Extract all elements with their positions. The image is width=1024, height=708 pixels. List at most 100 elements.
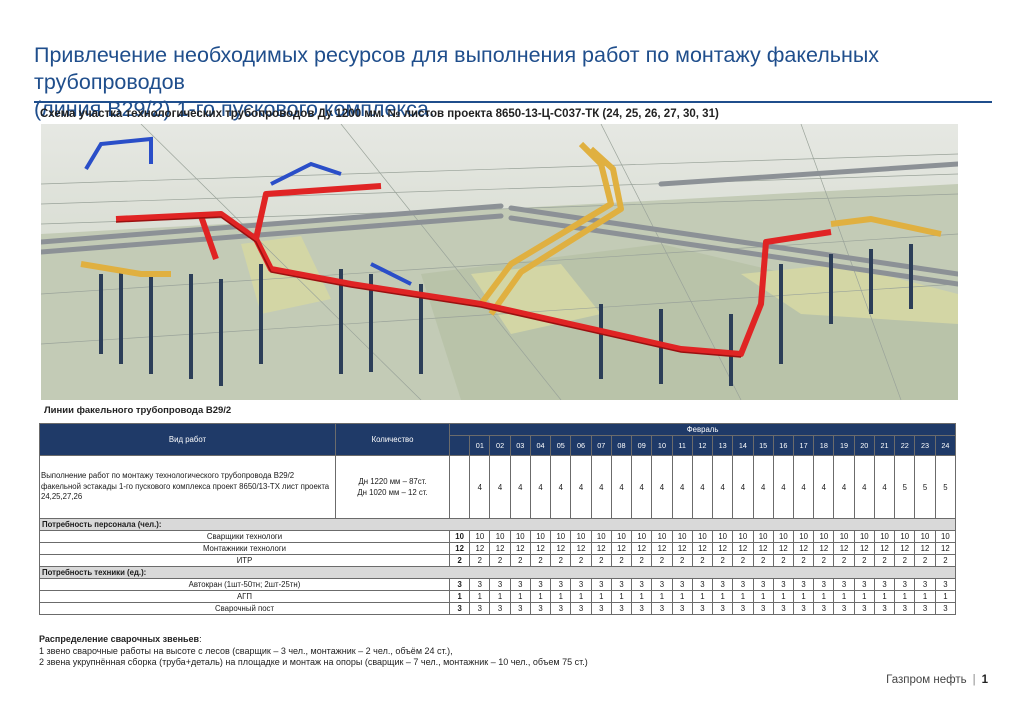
personnel-row: Монтажники технологи 12 12 12 12 12 12 12 12 12 12… [39, 542, 957, 555]
main-value-cell: 4 [813, 455, 835, 519]
value-cell: 1 [509, 590, 531, 603]
value-cell: 1 [813, 590, 835, 603]
day-header: 07 [590, 435, 612, 456]
value-cell: 3 [894, 602, 916, 615]
value-cell: 10 [752, 530, 774, 543]
day-header: 01 [469, 435, 491, 456]
value-cell: 3 [448, 602, 471, 615]
value-cell: 12 [489, 542, 511, 555]
value-cell: 12 [752, 542, 774, 555]
value-cell: 1 [853, 590, 875, 603]
value-cell: 3 [610, 578, 633, 591]
value-cell: 2 [509, 554, 531, 567]
value-cell: 3 [570, 602, 592, 615]
value-cell: 3 [853, 602, 875, 615]
value-cell: 10 [914, 530, 936, 543]
value-cell: 3 [732, 578, 754, 591]
equipment-row: Автокран (1шт-50тн; 2шт-25тн) 3 3 3 3 3 3 3 3 3 3 3… [39, 578, 957, 591]
value-cell: 2 [833, 554, 855, 567]
main-value-cell: 5 [914, 455, 936, 519]
value-cell: 3 [934, 602, 957, 615]
main-value-cell: 4 [833, 455, 855, 519]
main-value-cell: 4 [853, 455, 875, 519]
value-cell: 2 [590, 554, 612, 567]
value-cell: 2 [489, 554, 511, 567]
value-cell: 3 [509, 578, 531, 591]
value-cell: 3 [469, 602, 491, 615]
value-cell: 12 [813, 542, 835, 555]
main-value-cell: 4 [590, 455, 612, 519]
footer-separator: | [972, 674, 976, 686]
value-cell: 1 [752, 590, 774, 603]
value-cell: 12 [570, 542, 592, 555]
value-cell: 10 [772, 530, 794, 543]
value-cell: 10 [671, 530, 693, 543]
value-cell: 1 [610, 590, 633, 603]
value-cell: 1 [732, 590, 754, 603]
value-cell: 3 [914, 602, 936, 615]
value-cell: 1 [529, 590, 552, 603]
value-cell: 12 [833, 542, 855, 555]
value-cell: 2 [873, 554, 896, 567]
value-cell: 2 [792, 554, 815, 567]
value-cell: 2 [671, 554, 693, 567]
value-cell: 10 [469, 530, 491, 543]
day-header: 05 [550, 435, 572, 456]
main-value-cell: 4 [631, 455, 653, 519]
personnel-row-label: Монтажники технологи [39, 542, 450, 555]
value-cell: 3 [529, 578, 552, 591]
value-cell: 1 [448, 590, 471, 603]
value-cell: 1 [833, 590, 855, 603]
value-cell: 3 [894, 578, 916, 591]
main-value-cell: 4 [671, 455, 693, 519]
page-number: 1 [981, 674, 988, 686]
value-cell: 3 [691, 578, 714, 591]
main-value-cell: 4 [732, 455, 754, 519]
main-work-quantity: Дн 1220 мм – 87ст. Дн 1020 мм – 12 ст. [335, 455, 450, 519]
value-cell: 12 [792, 542, 815, 555]
title-divider [34, 101, 992, 103]
equipment-row-label: АГП [39, 590, 450, 603]
main-value-cell: 4 [570, 455, 592, 519]
day-header: 21 [873, 435, 896, 456]
day-header: 17 [792, 435, 815, 456]
day-header: 10 [651, 435, 673, 456]
value-cell: 2 [894, 554, 916, 567]
value-cell: 1 [792, 590, 815, 603]
main-value-cell: 4 [469, 455, 491, 519]
value-cell: 3 [752, 578, 774, 591]
equipment-section-header-label: Потребность техники (ед.): [38, 566, 957, 579]
value-cell: 2 [914, 554, 936, 567]
value-cell: 1 [873, 590, 896, 603]
value-cell: 12 [631, 542, 653, 555]
value-cell: 10 [651, 530, 673, 543]
value-cell: 1 [550, 590, 572, 603]
personnel-row: ИТР 2 2 2 2 2 2 2 2 2 2 2 2 2 2 2 2 2 2 2 2 2 2 2 2 2 [39, 554, 957, 567]
value-cell: 10 [792, 530, 815, 543]
day-header: 08 [610, 435, 633, 456]
value-cell: 10 [894, 530, 916, 543]
value-cell: 3 [934, 578, 957, 591]
main-work-row: Выполнение работ по монтажу технологичес… [39, 455, 957, 519]
table-caption: Линии факельного трубопровода В29/2 [44, 405, 232, 416]
value-cell: 10 [873, 530, 896, 543]
value-cell: 12 [914, 542, 936, 555]
value-cell: 3 [651, 578, 673, 591]
value-cell: 12 [469, 542, 491, 555]
value-cell: 1 [489, 590, 511, 603]
value-cell: 3 [448, 578, 471, 591]
value-cell: 10 [529, 530, 552, 543]
value-cell: 1 [590, 590, 612, 603]
main-value-cell: 4 [712, 455, 734, 519]
value-cell: 1 [914, 590, 936, 603]
day-header: 12 [691, 435, 714, 456]
value-cell: 3 [469, 578, 491, 591]
day-header: 20 [853, 435, 875, 456]
value-cell: 2 [732, 554, 754, 567]
value-cell: 12 [651, 542, 673, 555]
day-header: 02 [489, 435, 511, 456]
day-header: 13 [712, 435, 734, 456]
personnel-section-header: Потребность персонала (чел.): [38, 518, 957, 531]
value-cell: 12 [772, 542, 794, 555]
value-cell: 12 [509, 542, 531, 555]
